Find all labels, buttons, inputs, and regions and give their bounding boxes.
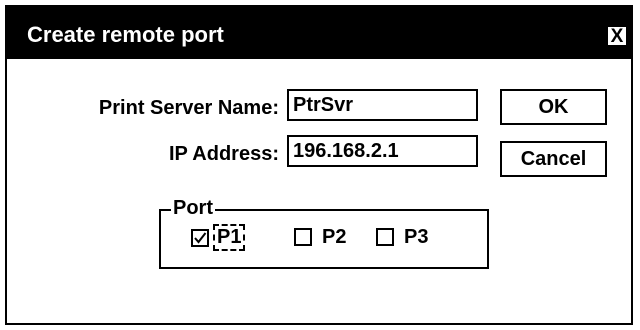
port-group: Port P1 P2 P3 (159, 197, 489, 269)
port-option-p1[interactable]: P1 (191, 224, 246, 251)
port-option-p2[interactable]: P2 (294, 227, 346, 247)
print-server-name-input[interactable] (287, 89, 478, 121)
cancel-button[interactable]: Cancel (500, 141, 607, 177)
ip-address-label: IP Address: (168, 143, 279, 165)
print-server-name-label: Print Server Name: (98, 97, 279, 119)
p2-label: P2 (322, 226, 347, 248)
p1-focus-ring: P1 (213, 224, 246, 251)
create-remote-port-dialog: Create remote port X Print Server Name: … (5, 5, 633, 325)
title-bar[interactable]: Create remote port X (7, 7, 631, 59)
port-group-label: Port (171, 197, 215, 219)
close-button[interactable]: X (606, 25, 628, 47)
p3-label: P3 (404, 226, 429, 248)
p2-checkbox[interactable] (294, 228, 312, 246)
ip-address-input[interactable] (287, 135, 478, 167)
p1-label: P1 (217, 226, 242, 248)
p3-checkbox[interactable] (376, 228, 394, 246)
p1-checkbox[interactable] (191, 228, 209, 247)
dialog-title: Create remote port (27, 22, 224, 47)
port-option-p3[interactable]: P3 (376, 227, 428, 247)
ok-button[interactable]: OK (500, 89, 607, 125)
checkmark-icon (194, 231, 207, 244)
